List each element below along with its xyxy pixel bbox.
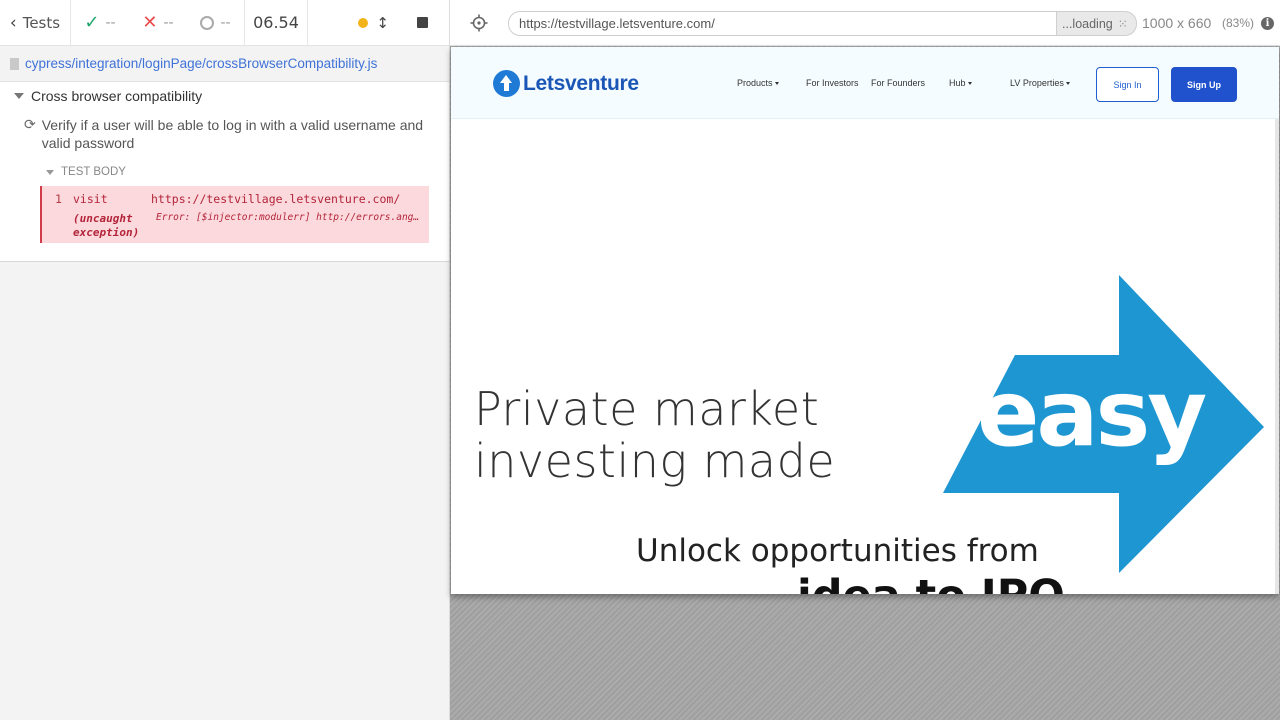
caret-down-icon — [774, 82, 779, 86]
error-name: (uncaught exception) — [73, 212, 140, 239]
duration: 06.54 — [245, 0, 308, 46]
error-message: Error: [$injector:modulerr] http://error… — [156, 212, 424, 223]
tests-button[interactable]: ‹ Tests — [0, 0, 71, 46]
suite-title: Cross browser compatibility — [31, 88, 203, 104]
crosshair-icon[interactable] — [470, 14, 488, 32]
test-row[interactable]: ⟳ Verify if a user will be able to log i… — [24, 116, 424, 152]
nav-for-investors[interactable]: For Investors — [806, 78, 859, 88]
runnable-list: Cross browser compatibility ⟳ Verify if … — [0, 82, 449, 262]
nav-hub-label: Hub — [949, 78, 966, 88]
refresh-icon: ⟳ — [24, 117, 36, 133]
sign-in-button[interactable]: Sign In — [1096, 67, 1159, 102]
caret-down-icon — [967, 82, 972, 86]
chevron-left-icon: ‹ — [9, 12, 17, 33]
hero-heading-line2: investing made — [474, 434, 836, 488]
reporter-panel: ‹ Tests ✓ -- ✕ -- -- 06.54 ↕ cypress/int… — [0, 0, 450, 720]
idea-to-ipo-heading: idea to IPO — [797, 571, 1065, 594]
iframe-scrollbar[interactable] — [1275, 119, 1279, 594]
spec-file-bar: cypress/integration/loginPage/crossBrows… — [0, 46, 449, 82]
spec-path-link[interactable]: cypress/integration/loginPage/crossBrows… — [25, 56, 377, 71]
spinner-icon: ⁙ — [1117, 16, 1128, 31]
caret-down-icon — [1065, 82, 1070, 86]
check-icon: ✓ — [84, 12, 100, 33]
nav-hub[interactable]: Hub — [949, 78, 972, 88]
unlock-subheading: Unlock opportunities from — [636, 533, 1039, 569]
run-controls: ↕ — [308, 0, 446, 46]
hero-heading-line1: Private market — [474, 382, 820, 436]
reporter-header: ‹ Tests ✓ -- ✕ -- -- 06.54 ↕ — [0, 0, 449, 46]
aut-iframe: Letsventure Products For Investors For F… — [451, 47, 1279, 594]
easy-arrow-graphic: easy — [943, 275, 1264, 573]
test-title: Verify if a user will be able to log in … — [41, 117, 424, 151]
site-navbar: Letsventure Products For Investors For F… — [451, 47, 1279, 119]
nav-lv-properties[interactable]: LV Properties — [1010, 78, 1070, 88]
command-message: https://testvillage.letsventure.com/ — [151, 192, 401, 206]
pending-count: -- — [220, 14, 231, 31]
command-log-entry[interactable]: 1 visit https://testvillage.letsventure.… — [40, 186, 429, 243]
caret-down-icon — [46, 169, 54, 175]
url-field[interactable]: https://testvillage.letsventure.com/ — [508, 11, 1056, 36]
loading-label: ...loading — [1062, 16, 1113, 31]
pending-stat: -- — [187, 0, 245, 46]
nav-products-label: Products — [737, 78, 773, 88]
nav-lv-properties-label: LV Properties — [1010, 78, 1064, 88]
tests-label: Tests — [22, 13, 61, 32]
logo-text: Letsventure — [523, 71, 639, 95]
failed-stat: ✕ -- — [129, 0, 187, 46]
arrows-up-down-icon[interactable]: ↕ — [376, 14, 389, 32]
nav-products[interactable]: Products — [737, 78, 779, 88]
passed-count: -- — [105, 14, 116, 31]
logo-arrow-icon — [493, 70, 520, 97]
test-body-label: TEST BODY — [61, 166, 126, 178]
caret-down-icon — [14, 93, 24, 99]
viewport-scale: (83%) — [1222, 16, 1255, 30]
nav-for-founders[interactable]: For Founders — [871, 78, 925, 88]
command-number: 1 — [55, 192, 62, 206]
circle-icon — [200, 15, 215, 30]
easy-word: easy — [977, 360, 1206, 467]
site-logo[interactable]: Letsventure — [493, 70, 639, 97]
x-icon: ✕ — [142, 12, 158, 33]
url-text: https://testvillage.letsventure.com/ — [519, 16, 715, 31]
file-icon — [10, 57, 19, 70]
running-dot-icon — [358, 17, 369, 28]
info-icon[interactable]: i — [1261, 17, 1274, 30]
failed-count: -- — [163, 14, 174, 31]
stop-icon[interactable] — [417, 17, 428, 28]
command-name: visit — [73, 192, 108, 206]
sign-up-button[interactable]: Sign Up — [1171, 67, 1237, 102]
viewport-size: 1000 x 660 — [1142, 15, 1212, 31]
test-body-header[interactable]: TEST BODY — [46, 166, 126, 178]
passed-stat: ✓ -- — [71, 0, 129, 46]
loading-indicator: ...loading ⁙ — [1056, 11, 1137, 36]
suite-row[interactable]: Cross browser compatibility — [14, 88, 202, 104]
